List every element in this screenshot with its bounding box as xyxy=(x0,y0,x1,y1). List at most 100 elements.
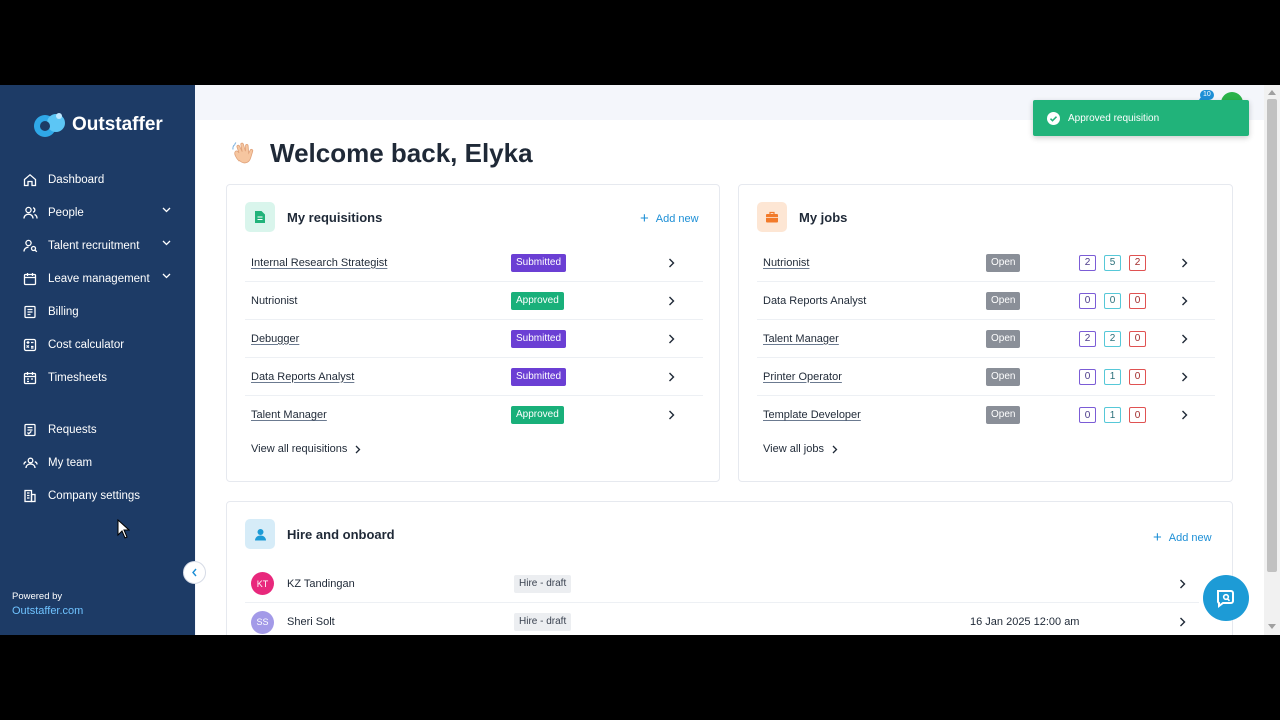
count-badge[interactable]: 5 xyxy=(1104,254,1121,271)
status-badge: Hire - draft xyxy=(514,613,572,631)
chevron-right-icon[interactable] xyxy=(668,410,675,420)
waving-hand-icon xyxy=(232,141,254,163)
status-badge: Submitted xyxy=(511,367,567,386)
table-row[interactable]: Template Developer Open 0 1 0 xyxy=(757,396,1215,434)
toast-notification[interactable]: Approved requisition xyxy=(1033,100,1249,136)
add-hire-button[interactable]: + Add new xyxy=(1153,530,1212,545)
sidebar-item-company-settings[interactable]: Company settings xyxy=(0,479,195,512)
sidebar-item-cost-calculator[interactable]: Cost calculator xyxy=(0,328,195,361)
requisitions-card: My requisitions + Add new Internal Resea… xyxy=(226,184,720,482)
sidebar-item-label: Talent recruitment xyxy=(48,239,140,252)
table-row[interactable]: Printer Operator Open 0 1 0 xyxy=(757,358,1215,396)
calendar-icon xyxy=(22,271,38,287)
chevron-right-icon[interactable] xyxy=(668,372,675,382)
table-row[interactable]: KT KZ Tandingan Hire - draft xyxy=(245,565,1199,603)
count-badge[interactable]: 0 xyxy=(1079,292,1096,309)
sidebar-item-talent-recruitment[interactable]: Talent recruitment xyxy=(0,229,195,262)
count-badge[interactable]: 2 xyxy=(1079,330,1096,347)
chevron-right-icon[interactable] xyxy=(1181,372,1188,382)
chevron-right-icon[interactable] xyxy=(1181,296,1188,306)
job-name[interactable]: Data Reports Analyst xyxy=(763,295,866,307)
logo[interactable]: Outstaffer xyxy=(32,111,163,139)
billing-icon xyxy=(22,304,38,320)
count-badge[interactable]: 0 xyxy=(1129,368,1146,385)
sidebar-item-dashboard[interactable]: Dashboard xyxy=(0,163,195,196)
requisition-name[interactable]: Data Reports Analyst xyxy=(251,371,354,383)
user-search-icon xyxy=(22,238,38,254)
job-name[interactable]: Nutrionist xyxy=(763,257,809,269)
hire-name[interactable]: Sheri Solt xyxy=(287,616,335,628)
hire-name[interactable]: KZ Tandingan xyxy=(287,578,355,590)
count-badge[interactable]: 0 xyxy=(1129,407,1146,423)
count-badge[interactable]: 2 xyxy=(1079,254,1096,271)
chat-help-icon xyxy=(1216,590,1234,608)
sidebar-item-label: Billing xyxy=(48,305,79,318)
chevron-right-icon[interactable] xyxy=(1181,410,1188,420)
requisition-name[interactable]: Nutrionist xyxy=(251,295,297,307)
table-row[interactable]: Debugger Submitted xyxy=(245,320,703,358)
check-circle-icon xyxy=(1047,111,1060,125)
chevron-right-icon[interactable] xyxy=(1179,579,1186,589)
job-name[interactable]: Printer Operator xyxy=(763,371,842,383)
table-row[interactable]: Nutrionist Approved xyxy=(245,282,703,320)
status-badge: Submitted xyxy=(511,253,567,272)
count-badge[interactable]: 0 xyxy=(1079,368,1096,385)
sidebar-item-timesheets[interactable]: Timesheets xyxy=(0,361,195,394)
requisition-name[interactable]: Debugger xyxy=(251,333,299,345)
add-requisition-button[interactable]: + Add new xyxy=(640,210,699,227)
view-all-jobs-link[interactable]: View all jobs xyxy=(763,443,838,455)
scroll-down-arrow[interactable] xyxy=(1268,624,1276,629)
sidebar-item-billing[interactable]: Billing xyxy=(0,295,195,328)
sidebar-item-my-team[interactable]: My team xyxy=(0,446,195,479)
status-badge: Open xyxy=(986,329,1021,348)
plus-icon: + xyxy=(640,210,649,227)
sidebar-item-leave-management[interactable]: Leave management xyxy=(0,262,195,295)
brand-name: Outstaffer xyxy=(72,114,163,135)
hire-date: 16 Jan 2025 12:00 am xyxy=(970,616,1080,628)
count-badge[interactable]: 0 xyxy=(1129,292,1146,309)
view-all-requisitions-link[interactable]: View all requisitions xyxy=(251,443,361,455)
count-badge[interactable]: 2 xyxy=(1104,330,1121,347)
count-badge[interactable]: 0 xyxy=(1104,292,1121,309)
sidebar-item-label: Timesheets xyxy=(48,371,108,384)
sidebar-nav: Dashboard People Talent recruitment Leav… xyxy=(0,163,195,512)
count-badge[interactable]: 0 xyxy=(1079,407,1096,423)
table-row[interactable]: Data Reports Analyst Submitted xyxy=(245,358,703,396)
hire-onboard-title: Hire and onboard xyxy=(287,526,395,542)
chevron-right-icon[interactable] xyxy=(668,258,675,268)
table-row[interactable]: Nutrionist Open 2 5 2 xyxy=(757,244,1215,282)
job-name[interactable]: Talent Manager xyxy=(763,333,839,345)
hire-onboard-header: Hire and onboard xyxy=(245,519,395,549)
page-title: Welcome back, Elyka xyxy=(230,138,533,169)
count-badge[interactable]: 1 xyxy=(1104,368,1121,385)
table-row[interactable]: Talent Manager Approved xyxy=(245,396,703,434)
chevron-right-icon[interactable] xyxy=(1179,617,1186,627)
requisitions-header: My requisitions xyxy=(245,202,382,232)
briefcase-icon xyxy=(757,202,787,232)
powered-by-label: Powered by xyxy=(12,591,63,602)
chevron-right-icon[interactable] xyxy=(668,334,675,344)
help-chat-button[interactable] xyxy=(1203,575,1249,621)
table-row[interactable]: Talent Manager Open 2 2 0 xyxy=(757,320,1215,358)
count-badge[interactable]: 0 xyxy=(1129,330,1146,347)
requisition-name[interactable]: Internal Research Strategist xyxy=(251,257,387,269)
scroll-up-arrow[interactable] xyxy=(1268,90,1276,95)
page-scrollbar[interactable] xyxy=(1264,85,1280,635)
count-badge[interactable]: 2 xyxy=(1129,254,1146,271)
table-row[interactable]: Internal Research Strategist Submitted xyxy=(245,244,703,282)
chevron-right-icon[interactable] xyxy=(1181,258,1188,268)
table-row[interactable]: Data Reports Analyst Open 0 0 0 xyxy=(757,282,1215,320)
job-name[interactable]: Template Developer xyxy=(763,409,861,421)
sidebar-item-people[interactable]: People xyxy=(0,196,195,229)
chevron-right-icon[interactable] xyxy=(668,296,675,306)
requisition-name[interactable]: Talent Manager xyxy=(251,409,327,421)
powered-by-link[interactable]: Outstaffer.com xyxy=(12,604,83,618)
chevron-right-icon[interactable] xyxy=(1181,334,1188,344)
count-badge[interactable]: 1 xyxy=(1104,407,1121,423)
scroll-thumb[interactable] xyxy=(1267,99,1277,572)
table-row[interactable]: SS Sheri Solt Hire - draft 16 Jan 2025 1… xyxy=(245,603,1199,635)
sidebar-collapse-button[interactable] xyxy=(183,561,206,584)
sidebar-item-requests[interactable]: Requests xyxy=(0,413,195,446)
chevron-right-icon xyxy=(832,445,838,453)
notification-count-badge: 10 xyxy=(1200,90,1214,100)
